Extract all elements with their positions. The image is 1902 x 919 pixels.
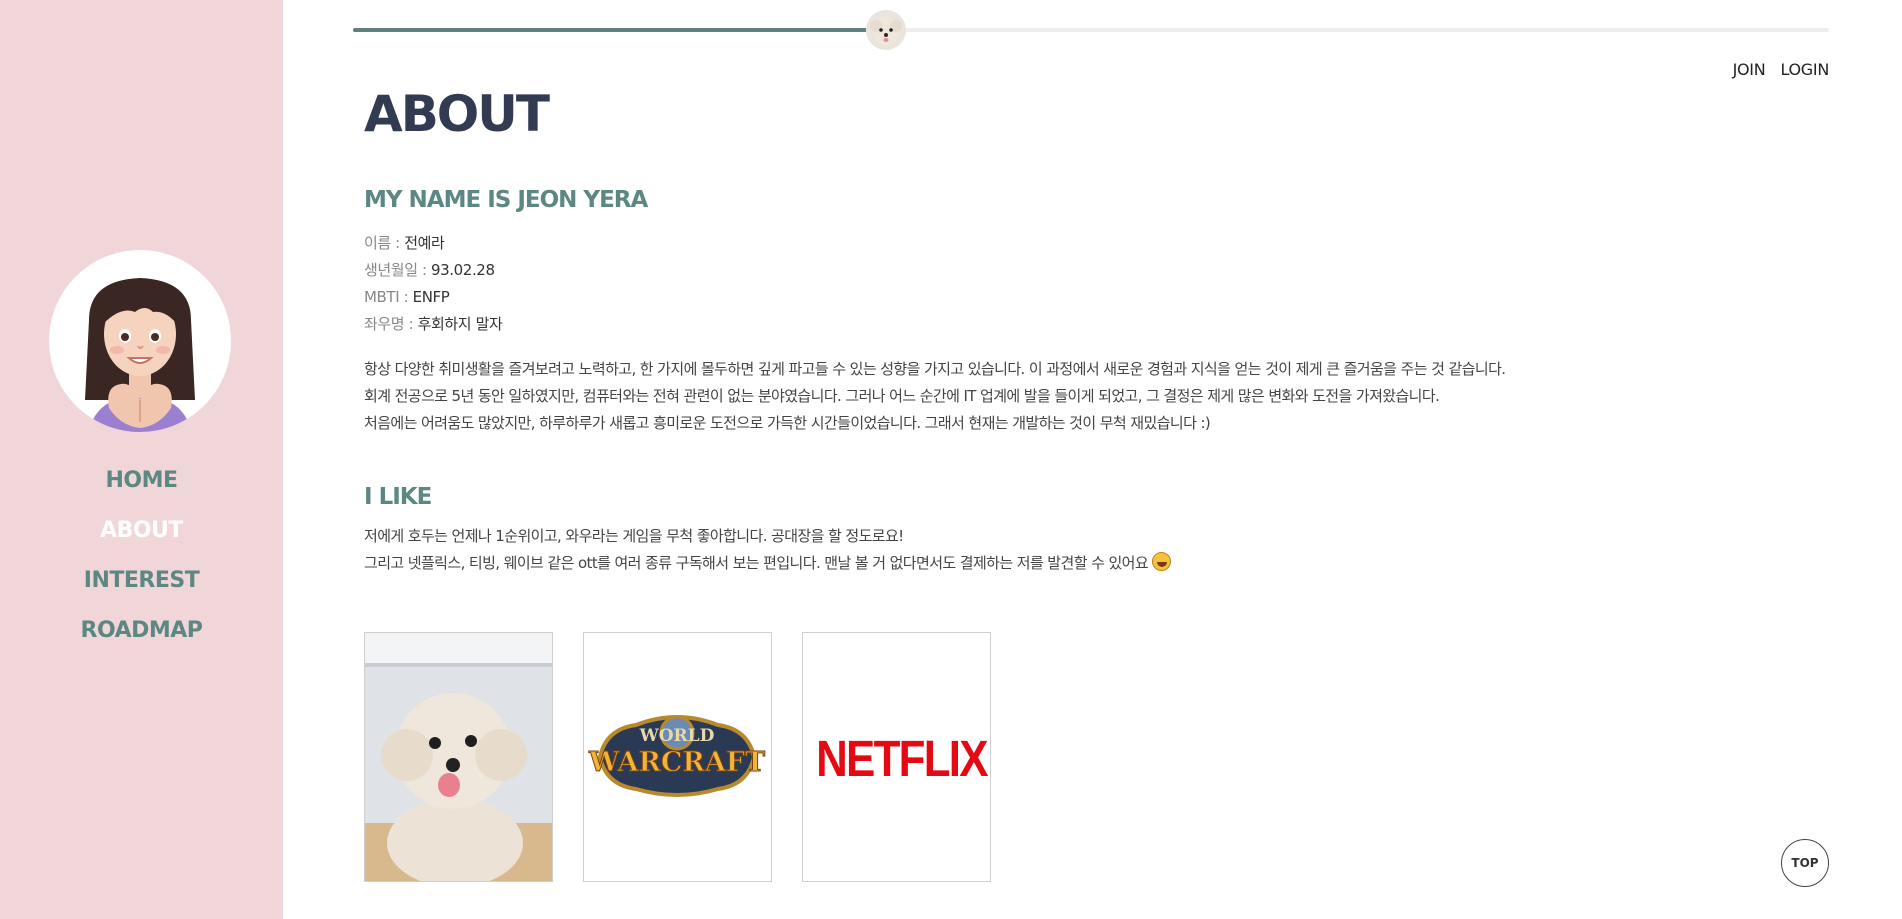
scroll-top-button[interactable]: TOP (1781, 839, 1829, 887)
likes-paragraph: 저에게 호두는 언제나 1순위이고, 와우라는 게임을 무척 좋아합니다. 공대… (364, 523, 1814, 577)
nav-item-home[interactable]: HOME (0, 463, 283, 513)
likes-line: 그리고 넷플릭스, 티빙, 웨이브 같은 ott를 여러 종류 구독해서 보는 … (364, 550, 1814, 577)
dog-photo-card (364, 632, 553, 882)
page-title: ABOUT (364, 85, 550, 143)
warcraft-top-text: WORLD (639, 726, 715, 746)
dog-thumb-icon (866, 10, 907, 50)
scroll-progress-bar (353, 10, 1829, 50)
auth-links: JOIN LOGIN (1723, 60, 1830, 79)
intro-line: 회계 전공으로 5년 동안 일하였지만, 컴퓨터와는 전혀 관련이 없는 분야였… (364, 387, 1440, 405)
main-content: ABOUT MY NAME IS JEON YERA 이름 : 전예라 생년월일… (364, 82, 1814, 577)
warcraft-bottom-text: WARCRAFT (588, 747, 765, 778)
info-row-birth: 생년월일 : 93.02.28 (364, 261, 495, 279)
netflix-logo-text: NETFLIX (816, 730, 988, 787)
main-nav: HOME ABOUT INTEREST ROADMAP (0, 463, 283, 663)
sidebar: HOME ABOUT INTEREST ROADMAP (0, 0, 283, 919)
profile-info: 이름 : 전예라 생년월일 : 93.02.28 MBTI : ENFP 좌우명… (364, 230, 1814, 338)
info-row-mbti: MBTI : ENFP (364, 288, 450, 306)
login-link[interactable]: LOGIN (1780, 60, 1829, 79)
info-row-motto: 좌우명 : 후회하지 말자 (364, 315, 503, 333)
nav-item-about[interactable]: ABOUT (0, 513, 283, 563)
join-link[interactable]: JOIN (1733, 60, 1766, 79)
like-heading: I LIKE (364, 484, 432, 510)
nav-item-interest[interactable]: INTEREST (0, 563, 283, 613)
profile-avatar (49, 250, 231, 432)
likes-line: 저에게 호두는 언제나 1순위이고, 와우라는 게임을 무척 좋아합니다. 공대… (364, 527, 904, 545)
warcraft-logo-card: WORLD WARCRAFT (583, 632, 772, 882)
netflix-logo-card: NETFLIX (802, 632, 991, 882)
nav-item-roadmap[interactable]: ROADMAP (0, 613, 283, 663)
laughing-emoji-icon (1152, 552, 1172, 571)
intro-paragraph: 항상 다양한 취미생활을 즐겨보려고 노력하고, 한 가지에 몰두하면 깊게 파… (364, 356, 1814, 437)
name-heading: MY NAME IS JEON YERA (364, 187, 648, 213)
scroll-progress-fill (353, 28, 885, 32)
intro-line: 항상 다양한 취미생활을 즐겨보려고 노력하고, 한 가지에 몰두하면 깊게 파… (364, 360, 1506, 378)
info-row-name: 이름 : 전예라 (364, 234, 445, 252)
intro-line: 처음에는 어려움도 많았지만, 하루하루가 새롭고 흥미로운 도전으로 가득한 … (364, 414, 1211, 432)
